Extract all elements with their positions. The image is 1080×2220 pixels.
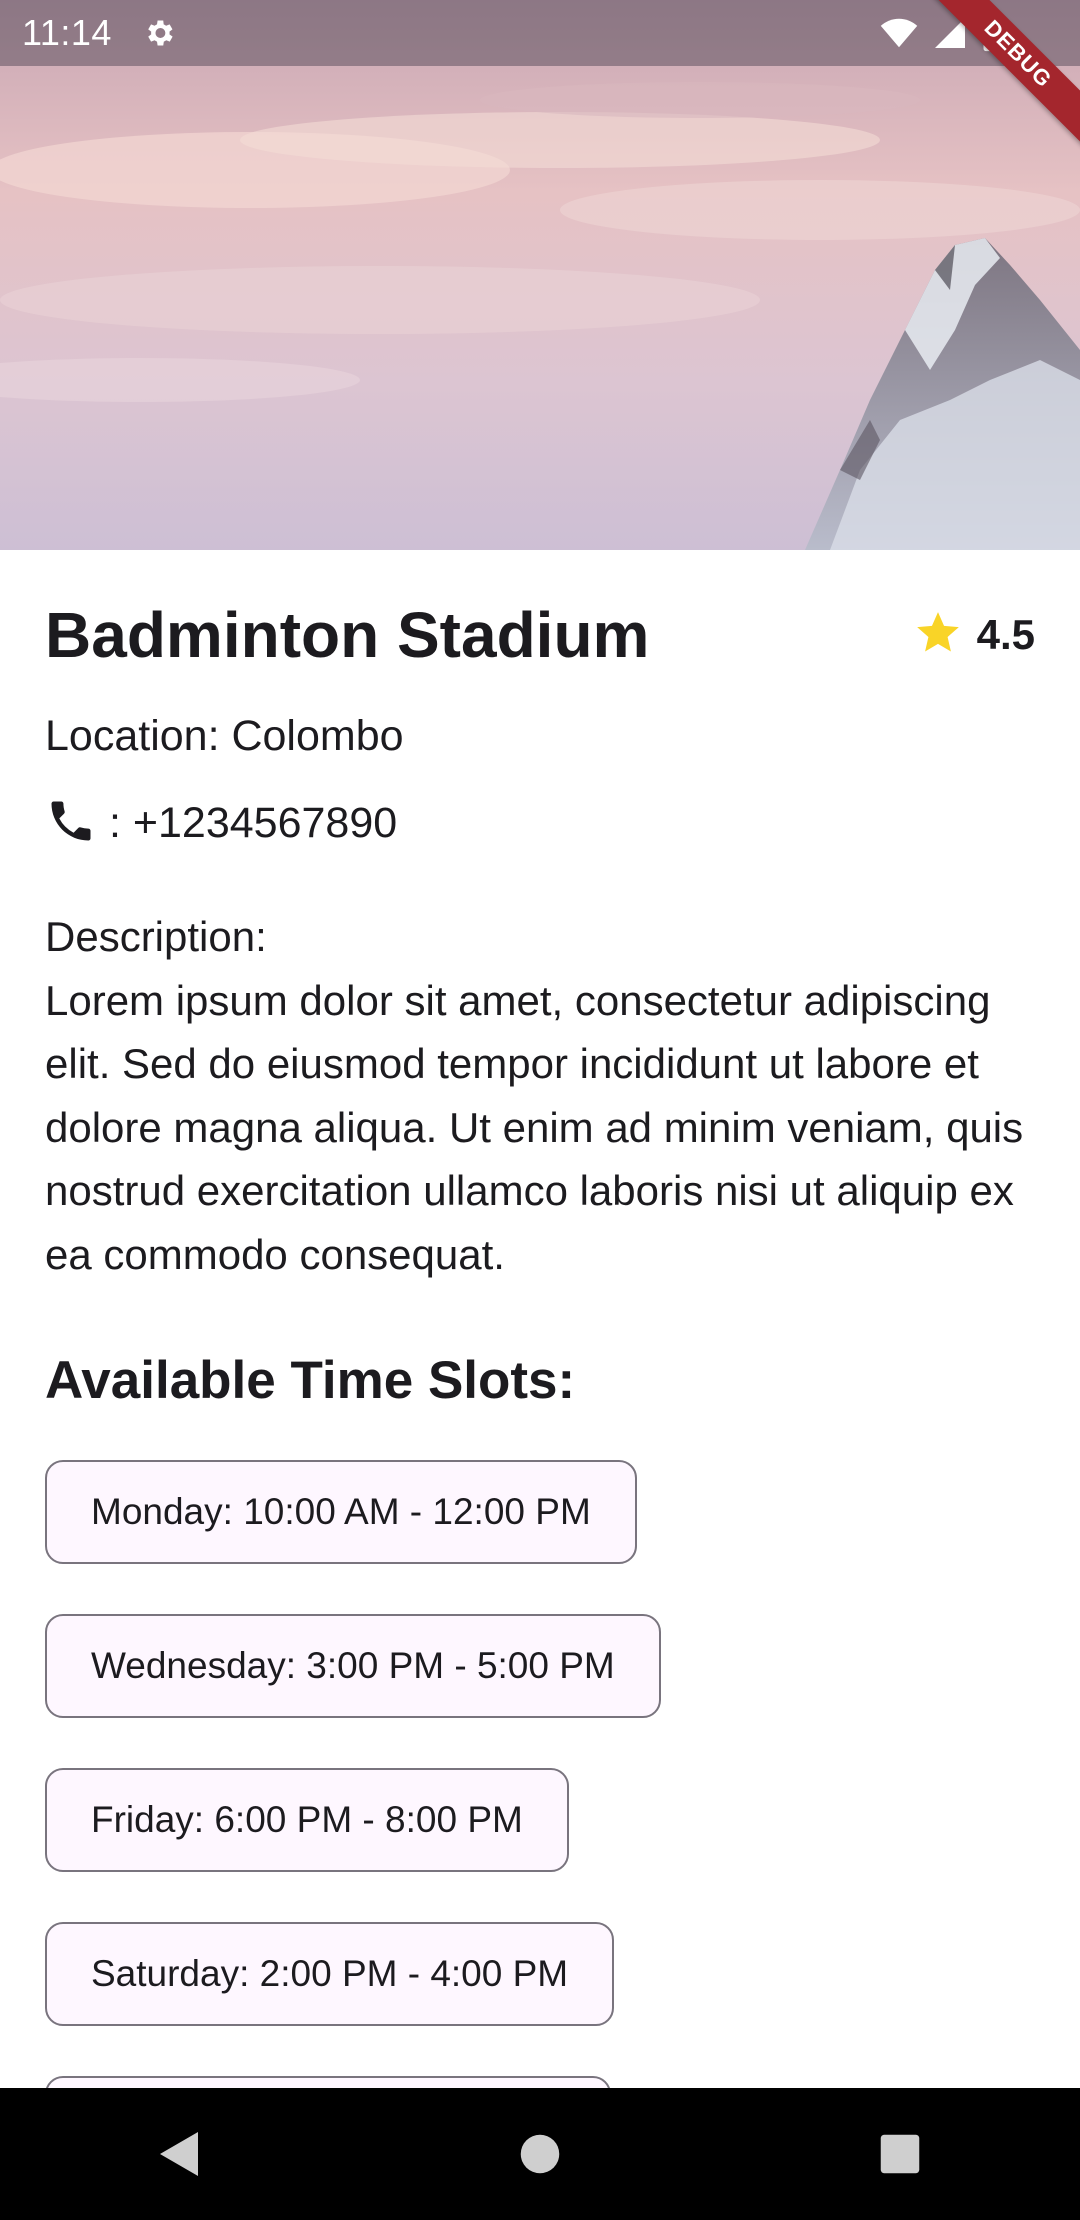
cell-signal-icon	[932, 15, 968, 56]
title-row: Badminton Stadium 4.5	[45, 595, 1035, 675]
venue-location: Location: Colombo	[45, 712, 404, 760]
time-slot-button[interactable]: Wednesday: 3:00 PM - 5:00 PM	[45, 1614, 661, 1718]
description-label: Description:	[45, 913, 267, 960]
phone-row[interactable]: : +1234567890	[45, 795, 397, 852]
screen: 11:14 DEBUG Badminton Stadium 4.5 Locati…	[0, 0, 1080, 2220]
description: Description: Lorem ipsum dolor sit amet,…	[45, 905, 1045, 1286]
hero-image	[0, 0, 1080, 550]
wifi-icon	[880, 14, 918, 57]
gear-icon	[140, 14, 178, 52]
status-icons	[880, 14, 1004, 57]
back-triangle-icon[interactable]	[140, 2114, 220, 2194]
system-nav-bar	[0, 2088, 1080, 2220]
slots-heading: Available Time Slots:	[45, 1351, 576, 1410]
rating-value: 4.5	[976, 611, 1035, 658]
recents-square-icon[interactable]	[860, 2114, 940, 2194]
home-circle-icon[interactable]	[500, 2114, 580, 2194]
rating: 4.5	[913, 608, 1035, 663]
status-bar: 11:14	[0, 0, 1080, 66]
venue-title: Badminton Stadium	[45, 599, 650, 671]
time-slot-button[interactable]: Friday: 6:00 PM - 8:00 PM	[45, 1768, 569, 1872]
time-slot-button[interactable]: Monday: 10:00 AM - 12:00 PM	[45, 1460, 637, 1564]
status-time: 11:14	[22, 12, 112, 53]
phone-number: : +1234567890	[109, 799, 398, 847]
time-slot-button[interactable]: Saturday: 2:00 PM - 4:00 PM	[45, 1922, 615, 2026]
description-text: Lorem ipsum dolor sit amet, consectetur …	[45, 976, 1024, 1278]
battery-icon	[982, 14, 1004, 57]
star-icon	[913, 608, 963, 663]
phone-icon	[45, 795, 97, 852]
